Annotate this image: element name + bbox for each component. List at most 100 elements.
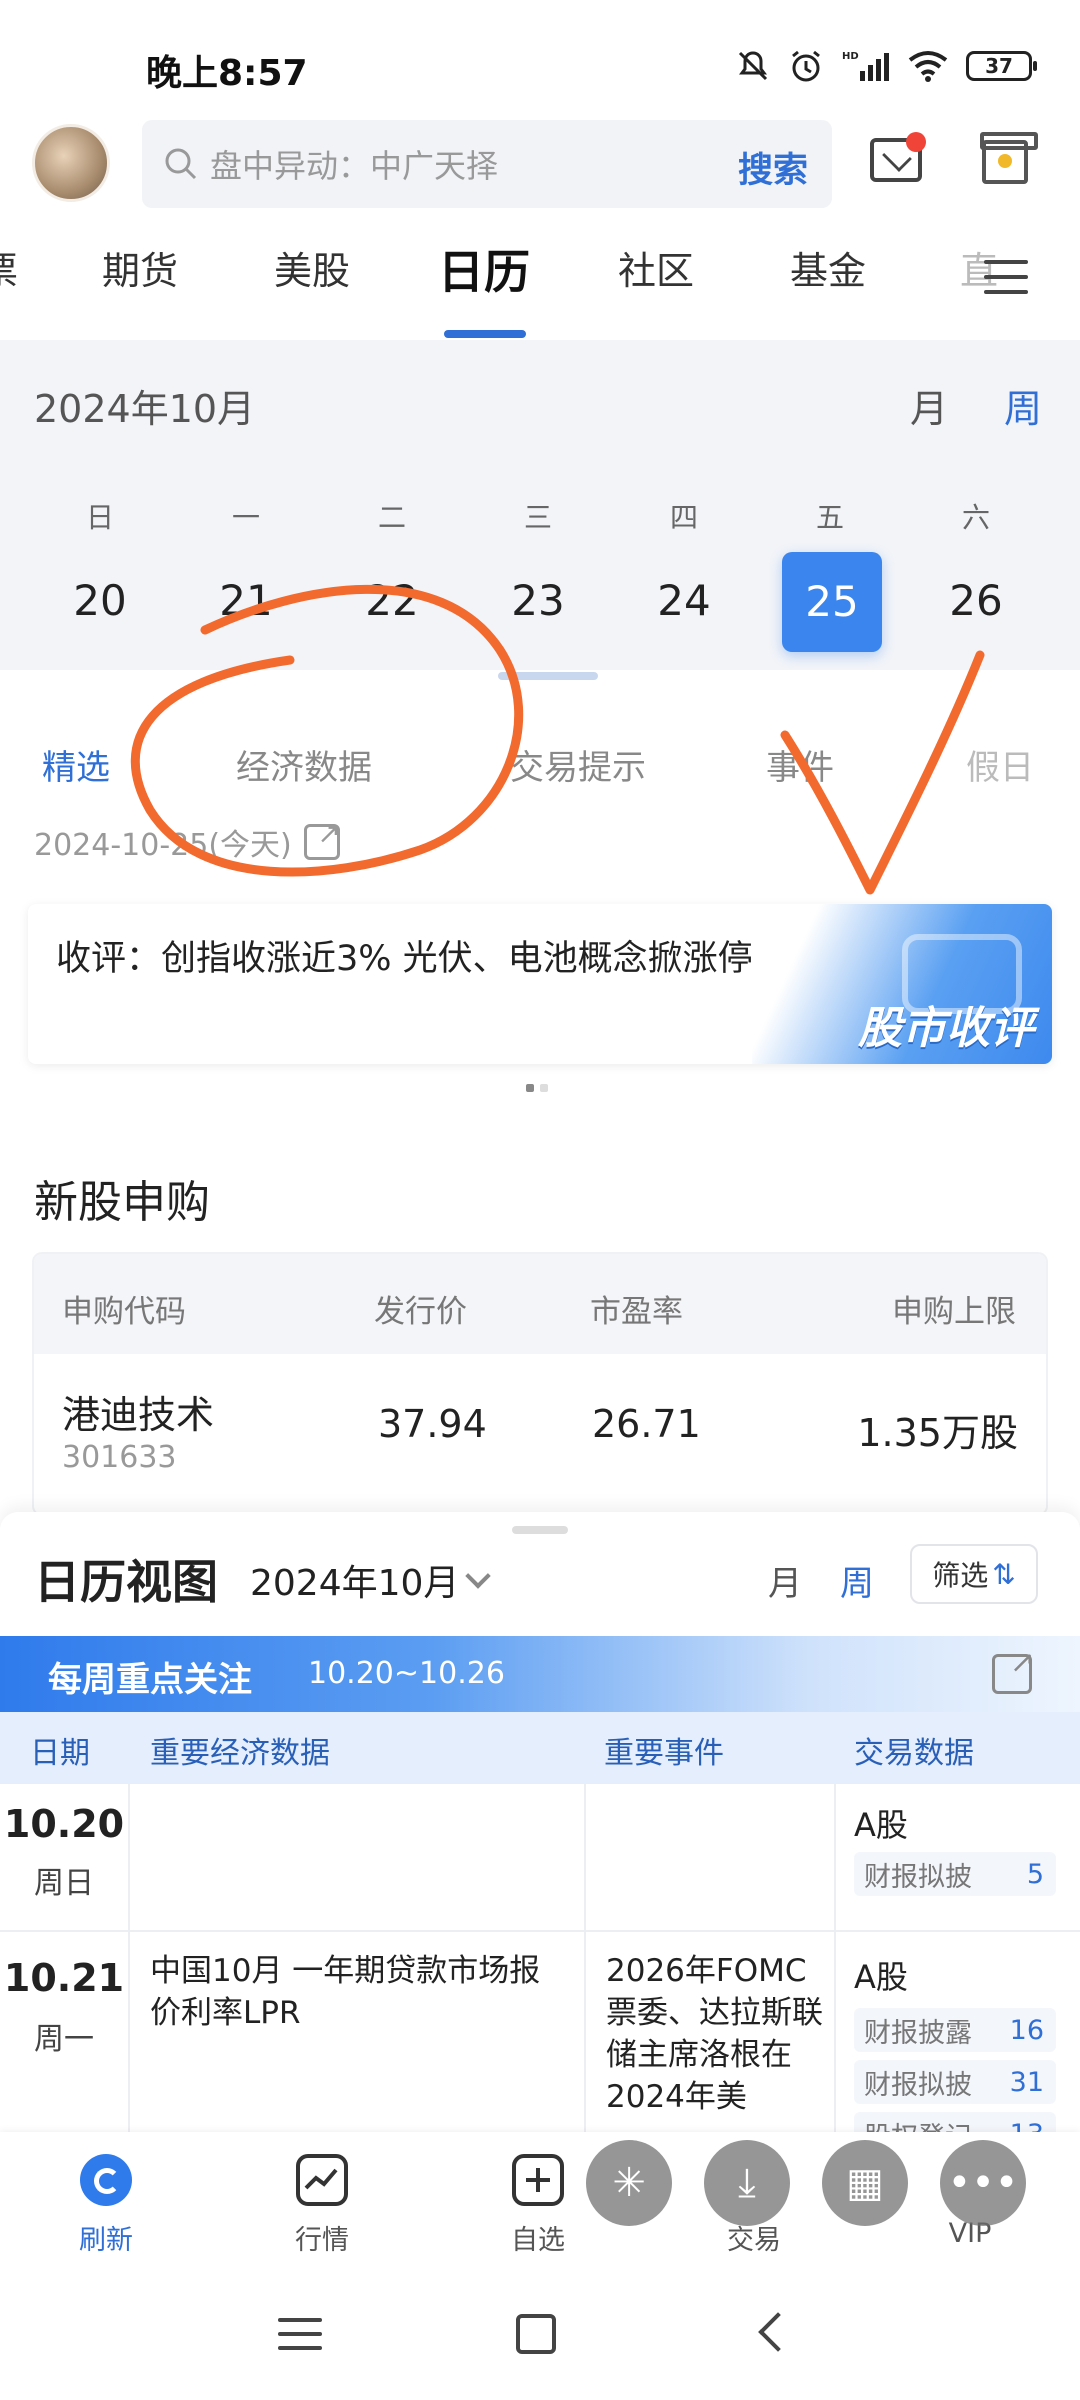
today-label: 2024-10-25(今天): [34, 828, 292, 863]
share-icon[interactable]: [303, 817, 341, 860]
market-review-banner[interactable]: 收评：创指收涨近3% 光伏、电池概念掀涨停潮 股市收评: [28, 904, 1052, 1064]
calendar-view-month-picker[interactable]: 2024年10月: [250, 1554, 492, 1606]
refresh-icon: [80, 2154, 132, 2206]
weekday-label: 一: [231, 501, 260, 534]
weekday-label: 六: [961, 501, 990, 534]
row-divider: [0, 1930, 1080, 1932]
grid-icon[interactable]: ▦: [822, 2140, 908, 2226]
alarm-icon: [792, 50, 820, 82]
weekly-focus-label: 每周重点关注: [48, 1660, 252, 1700]
date-cell[interactable]: 22: [342, 576, 442, 625]
market-item[interactable]: 财报披露 16: [854, 2008, 1056, 2052]
ipo-price: 37.94: [378, 1402, 487, 1446]
date-cell-selected[interactable]: 25: [782, 552, 882, 652]
filter-button[interactable]: 筛选 ⇅: [910, 1544, 1038, 1604]
carousel-dots: [526, 1084, 548, 1092]
top-tabs: 票 期货 美股 日历 社区 基金 直: [0, 240, 1080, 340]
gift-icon[interactable]: [980, 132, 1038, 184]
plus-icon: [512, 2154, 564, 2206]
weekday-label: 二: [377, 501, 406, 534]
calendar-month: 2024年10月: [34, 387, 256, 431]
section-title-new-stocks: 新股申购: [34, 1177, 210, 1228]
ipo-header-pe: 市盈率: [590, 1294, 683, 1330]
sheet-grip[interactable]: [512, 1526, 568, 1534]
notification-dot: [906, 132, 926, 152]
subtab-holidays[interactable]: 假日: [966, 740, 1034, 789]
filter-label: 筛选: [932, 1559, 989, 1592]
calendar-expand-handle[interactable]: [498, 672, 598, 680]
market-item-label: 财报披露: [864, 2017, 972, 2049]
cv-mode-month[interactable]: 月: [768, 1556, 802, 1605]
download-icon[interactable]: ⤓: [704, 2140, 790, 2226]
ipo-header-price: 发行价: [374, 1294, 467, 1330]
tab-futures[interactable]: 期货: [102, 240, 178, 295]
status-time: 晚上8:57: [146, 53, 308, 94]
system-recents-icon[interactable]: [278, 2318, 322, 2360]
nav-watchlist[interactable]: 自选: [478, 2140, 598, 2257]
row-date: 10.21: [3, 1956, 125, 2000]
weekly-focus-range: 10.20~10.26: [308, 1656, 505, 1691]
chart-icon: [296, 2154, 348, 2206]
event-item[interactable]: 2026年FOMC票委、达拉斯联储主席洛根在2024年美: [606, 1950, 826, 2128]
mode-week-toggle[interactable]: 周: [1004, 378, 1042, 433]
mode-month-toggle[interactable]: 月: [910, 378, 948, 433]
tab-calendar[interactable]: 日历: [438, 236, 530, 302]
date-cell[interactable]: 26: [926, 576, 1026, 625]
ipo-stock-code: 301633: [62, 1440, 177, 1475]
system-home-icon[interactable]: [516, 2314, 556, 2354]
market-item-label: 财报拟披: [864, 2069, 972, 2101]
share-icon[interactable]: [992, 1645, 1035, 1694]
col-divider: [128, 1784, 130, 2134]
ipo-stock-name[interactable]: 港迪技术: [62, 1384, 214, 1439]
tab-funds[interactable]: 基金: [790, 240, 866, 295]
svg-text:HD: HD: [842, 51, 859, 62]
nav-market[interactable]: 行情: [262, 2140, 382, 2257]
cv-mode-week[interactable]: 周: [840, 1556, 874, 1605]
ipo-table: 申购代码 发行价 市盈率 申购上限 港迪技术 301633 37.94 26.7…: [34, 1254, 1046, 1514]
subtab-events[interactable]: 事件: [766, 740, 834, 789]
col-header-trading: 交易数据: [854, 1736, 974, 1771]
more-icon[interactable]: •••: [940, 2140, 1026, 2226]
row-market: A股: [854, 1958, 908, 1996]
market-item[interactable]: 财报拟披 31: [854, 2060, 1056, 2104]
menu-icon[interactable]: [984, 260, 1028, 296]
row-date: 10.20: [3, 1802, 125, 1846]
col-divider: [834, 1784, 836, 2134]
subtab-trading-tips[interactable]: 交易提示: [510, 740, 646, 789]
subtab-featured[interactable]: 精选: [42, 740, 110, 789]
ipo-limit: 1.35万股: [857, 1411, 1018, 1455]
tab-us-stocks[interactable]: 美股: [274, 240, 350, 295]
weekday-label: 四: [669, 501, 698, 534]
pinwheel-icon[interactable]: ✳: [586, 2140, 672, 2226]
search-input[interactable]: 盘中异动：中广天择 搜索: [142, 120, 832, 208]
search-button[interactable]: 搜索: [738, 142, 808, 193]
col-divider: [584, 1784, 586, 2134]
ipo-header-limit: 申购上限: [892, 1294, 1016, 1330]
weekday-label: 五: [815, 501, 844, 534]
tab-community[interactable]: 社区: [618, 240, 694, 295]
nav-refresh[interactable]: 刷新: [46, 2140, 166, 2257]
date-cell[interactable]: 23: [488, 576, 588, 625]
nav-label: 自选: [511, 2225, 565, 2256]
wifi-icon: [908, 51, 948, 82]
tab-stocks-partial[interactable]: 票: [0, 240, 18, 295]
ipo-header-code: 申购代码: [62, 1294, 186, 1330]
calendar-view-title: 日历视图: [34, 1555, 218, 1609]
avatar[interactable]: [32, 124, 110, 202]
date-cell[interactable]: 24: [634, 576, 734, 625]
ipo-table-header: 申购代码 发行价 市盈率 申购上限: [34, 1254, 1046, 1354]
weekday-label: 日: [85, 501, 114, 534]
nav-label: 刷新: [79, 2225, 133, 2256]
col-header-events: 重要事件: [604, 1736, 724, 1771]
econ-item[interactable]: 中国10月 一年期贷款市场报价利率LPR: [150, 1950, 560, 2034]
row-market: A股: [854, 1806, 908, 1844]
market-item[interactable]: 财报拟披 5: [854, 1852, 1056, 1896]
banner-label: 股市收评: [858, 1003, 1034, 1054]
col-header-date: 日期: [30, 1736, 90, 1771]
date-cell[interactable]: 21: [196, 576, 296, 625]
chevron-down-icon: [465, 1563, 492, 1589]
ipo-pe: 26.71: [592, 1402, 701, 1446]
col-header-econ: 重要经济数据: [150, 1736, 330, 1771]
date-cell[interactable]: 20: [50, 576, 150, 625]
subtab-economic-data[interactable]: 经济数据: [236, 740, 372, 789]
